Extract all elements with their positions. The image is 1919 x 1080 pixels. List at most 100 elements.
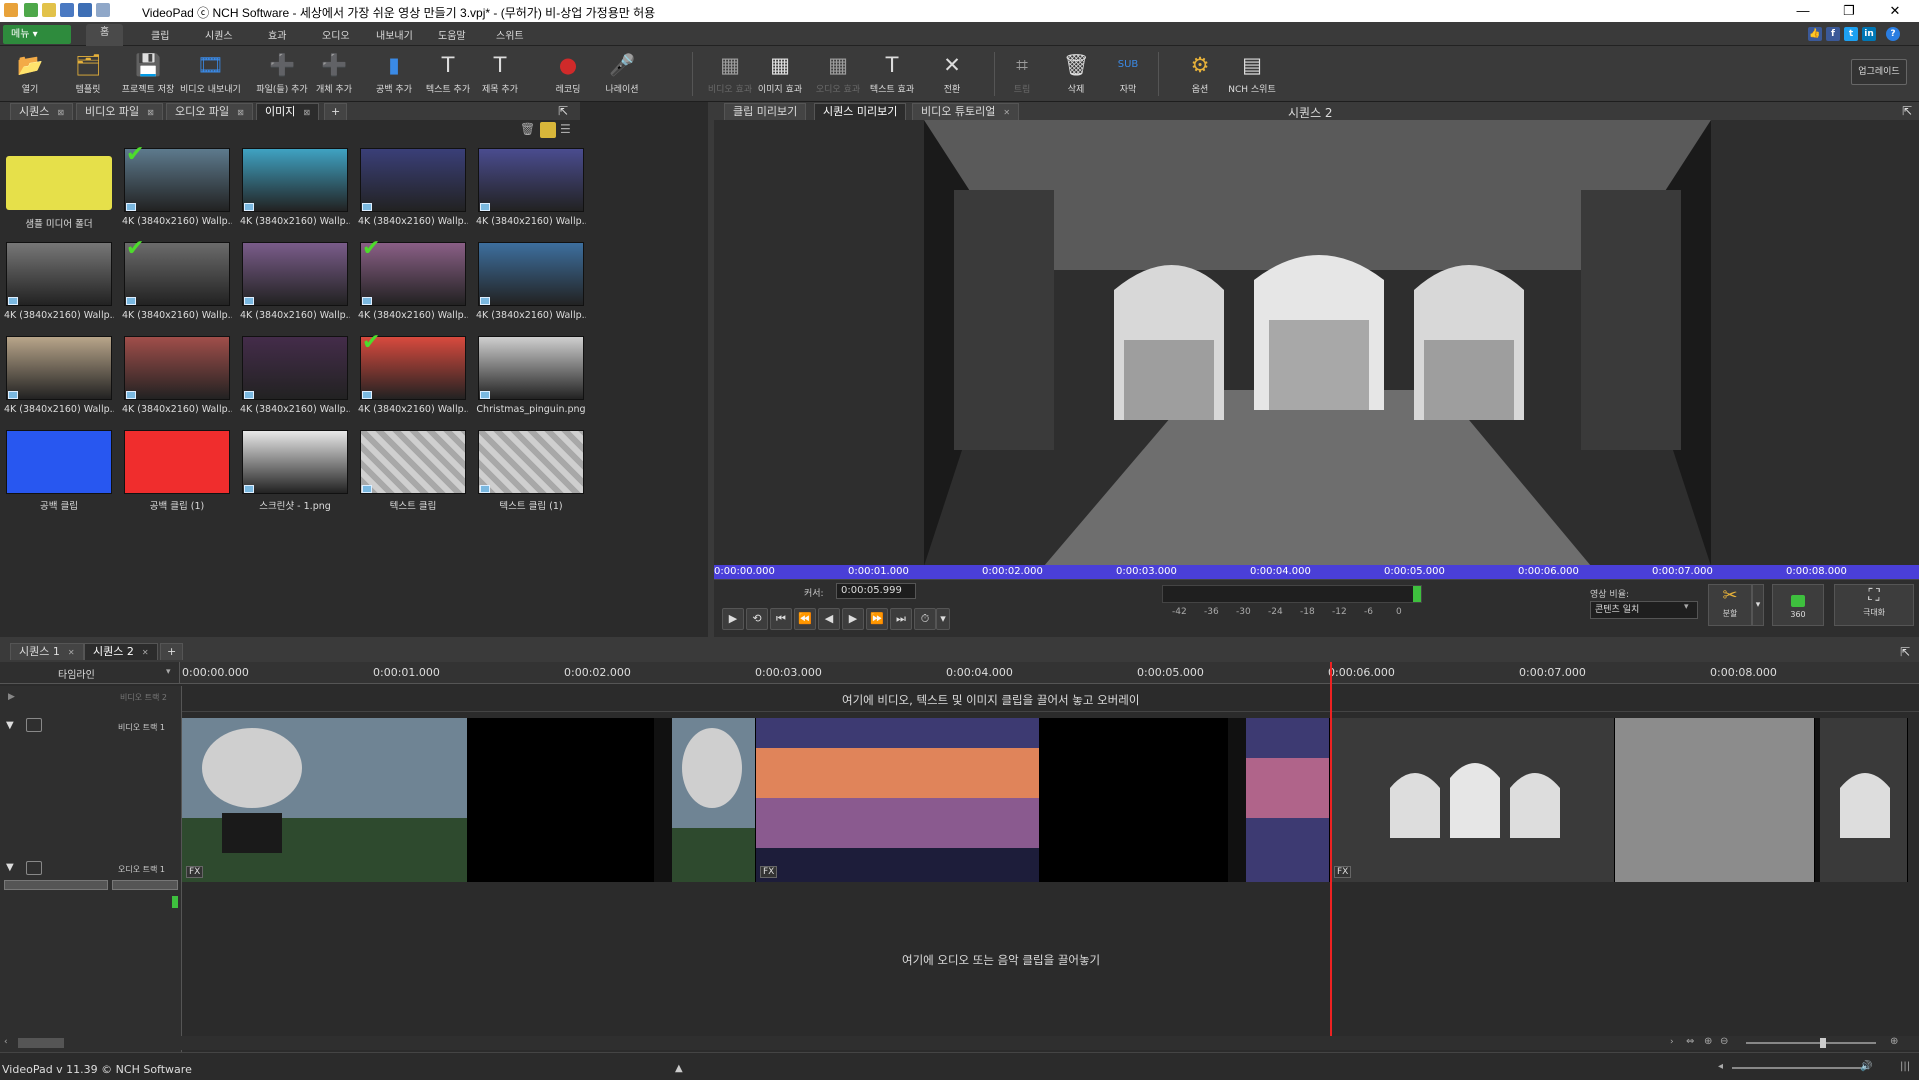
tab-effects[interactable]: 효과 [268, 27, 286, 42]
media-item[interactable]: 4K (3840x2160) Wallp... [4, 336, 114, 430]
collapse-icon[interactable]: ▼ [6, 862, 14, 873]
media-item[interactable]: 4K (3840x2160) Wallp... [476, 242, 586, 336]
zoom-slider-thumb[interactable] [1820, 1038, 1826, 1048]
facebook-icon[interactable]: f [1826, 27, 1840, 41]
tab-clip[interactable]: 클립 [151, 27, 169, 42]
expand-icon[interactable]: ▶ [8, 692, 15, 702]
media-item[interactable]: 스크린샷 - 1.png [240, 430, 350, 524]
bin-tab-images[interactable]: 이미지 ⊠ [256, 103, 320, 120]
tab-video-tutorial[interactable]: 비디오 튜토리얼 ✕ [912, 103, 1020, 120]
close-button[interactable]: ✕ [1872, 0, 1918, 22]
next-clip-button[interactable]: ⏩ [866, 608, 888, 630]
media-item[interactable]: 4K (3840x2160) Wallp... [358, 148, 468, 242]
media-item[interactable]: 4K (3840x2160) Wallp... [240, 148, 350, 242]
save-button[interactable]: 💾 프로젝트 저장 [118, 48, 178, 100]
narration-button[interactable]: 🎤 나레이션 [592, 48, 652, 100]
media-item[interactable]: 4K (3840x2160) Wallp... [476, 148, 586, 242]
media-item[interactable]: ✔ 4K (3840x2160) Wallp... [358, 332, 468, 430]
add-text-button[interactable]: T 텍스트 추가 [418, 48, 478, 100]
timeline-scrollbar[interactable]: ‹ › ⇔ ⊕ ⊖ ⊕ [0, 1036, 1919, 1050]
twitter-icon[interactable]: t [1844, 27, 1858, 41]
split-dropdown-icon[interactable]: ▾ [1752, 584, 1764, 626]
fullscreen-button[interactable]: ⛶ 극대화 [1834, 584, 1914, 626]
video-track-1[interactable]: FX FX FX [182, 718, 1908, 882]
tab-suite[interactable]: 스위트 [496, 27, 524, 42]
folder-open-button[interactable]: 📂 열기 [0, 48, 60, 100]
new-icon[interactable] [24, 3, 38, 17]
media-folder[interactable]: 샘플 미디어 폴더 [4, 148, 114, 242]
add-blank-button[interactable]: ▮ 공백 추가 [364, 48, 424, 100]
bin-tab-video[interactable]: 비디오 파일 ⊠ [76, 103, 163, 120]
tab-sequence-preview[interactable]: 시퀀스 미리보기 [814, 103, 907, 120]
zoom-slider[interactable] [1746, 1042, 1876, 1044]
add-bin-button[interactable]: + [324, 103, 348, 120]
close-icon[interactable]: ⊠ [237, 108, 244, 117]
undock-icon[interactable]: ⇱ [1900, 645, 1910, 659]
tab-home[interactable]: 홈 [86, 24, 124, 46]
trim-button[interactable]: ⌗ 트림 [992, 48, 1052, 100]
media-item[interactable]: 텍스트 클립 [358, 430, 468, 524]
panel-splitter[interactable] [708, 102, 714, 637]
playhead[interactable] [1330, 662, 1332, 1044]
volume-down-icon[interactable]: ◂ [1718, 1061, 1723, 1072]
template-button[interactable]: 🗂 템플릿 [58, 48, 118, 100]
tab-sequence-2[interactable]: 시퀀스 2 ✕ [84, 643, 158, 660]
master-volume-slider[interactable] [1732, 1067, 1862, 1069]
overlay-track[interactable]: 여기에 비디오, 텍스트 및 이미지 클립을 끌어서 놓고 오버레이 [182, 686, 1919, 712]
delete-icon[interactable]: 🗑 [520, 122, 536, 138]
step-forward-button[interactable]: ▶ [842, 608, 864, 630]
video-clip[interactable] [672, 718, 756, 882]
record-button[interactable]: ● 레코딩 [538, 48, 598, 100]
minimize-button[interactable]: — [1780, 0, 1826, 22]
media-item[interactable]: 텍스트 클립 (1) [476, 430, 586, 524]
media-item[interactable]: 4K (3840x2160) Wallp... [240, 242, 350, 336]
pan-slider[interactable] [112, 880, 178, 890]
open-icon[interactable] [42, 3, 56, 17]
tab-sequence-1[interactable]: 시퀀스 1 ✕ [10, 643, 84, 660]
go-to-end-button[interactable]: ⏭ [890, 608, 912, 630]
bin-tab-audio[interactable]: 오디오 파일 ⊠ [166, 103, 253, 120]
media-item[interactable]: 4K (3840x2160) Wallp... [4, 242, 114, 336]
video-clip[interactable]: FX [182, 718, 468, 882]
tab-audio[interactable]: 오디오 [322, 27, 350, 42]
close-icon[interactable]: ✕ [68, 648, 75, 657]
tab-sequence[interactable]: 시퀀스 [205, 27, 233, 42]
speaker-icon[interactable] [26, 861, 42, 875]
vr-360-button[interactable]: 360 [1772, 584, 1824, 626]
undo-icon[interactable] [78, 3, 92, 17]
volume-slider[interactable] [4, 880, 108, 890]
zoom-in-icon[interactable]: ⊕ [1890, 1036, 1898, 1047]
close-icon[interactable]: ⊠ [57, 108, 64, 117]
tab-help[interactable]: 도움말 [438, 27, 466, 42]
close-icon[interactable]: ✕ [142, 648, 149, 657]
go-to-start-button[interactable]: ⏮ [770, 608, 792, 630]
linkedin-icon[interactable]: in [1862, 27, 1876, 41]
nch-suite-button[interactable]: ▤ NCH 스위트 [1222, 48, 1282, 100]
timeline-ruler[interactable]: 타임라인 ▾ 0:00:00.000 0:00:01.000 0:00:02.000… [0, 662, 1919, 684]
aspect-select[interactable]: 콘텐츠 일치 [1590, 601, 1698, 619]
options-button[interactable]: ⚙ 옵션 [1170, 48, 1230, 100]
fx-button[interactable]: FX [760, 866, 778, 878]
add-sequence-button[interactable]: + [160, 643, 184, 660]
cursor-time-field[interactable]: 0:00:05.999 [836, 583, 916, 599]
media-item[interactable]: ✔ 4K (3840x2160) Wallp... [122, 238, 232, 336]
preview-ruler[interactable]: 0:00:00.000 0:00:01.000 0:00:02.000 0:00:03… [714, 565, 1919, 579]
zoom-fit-icon[interactable]: ⇔ [1686, 1036, 1694, 1047]
play-button[interactable]: ▶ [722, 608, 744, 630]
add-title-button[interactable]: T 제목 추가 [470, 48, 530, 100]
zoom-out-icon[interactable]: ⊖ [1720, 1036, 1728, 1047]
close-icon[interactable]: ⊠ [147, 108, 154, 117]
media-item[interactable]: 공백 클립 [4, 430, 114, 524]
tab-clip-preview[interactable]: 클립 미리보기 [724, 103, 807, 120]
menu-button[interactable]: 메뉴 ▾ [3, 25, 71, 44]
split-button[interactable]: ✂ 분할 [1708, 584, 1752, 626]
bin-tab-sequences[interactable]: 시퀀스 ⊠ [10, 103, 74, 120]
video-clip-selected[interactable]: FX [1330, 718, 1615, 882]
scroll-left-icon[interactable]: ‹ [4, 1037, 8, 1047]
video-clip[interactable] [1820, 718, 1908, 882]
media-item[interactable]: ✔ 4K (3840x2160) Wallp... [358, 238, 468, 336]
text-effect-button[interactable]: T 텍스트 효과 [862, 48, 922, 100]
previous-clip-button[interactable]: ⏪ [794, 608, 816, 630]
undock-icon[interactable]: ⇱ [558, 104, 568, 118]
delete-button[interactable]: 🗑 삭제 [1046, 48, 1106, 100]
